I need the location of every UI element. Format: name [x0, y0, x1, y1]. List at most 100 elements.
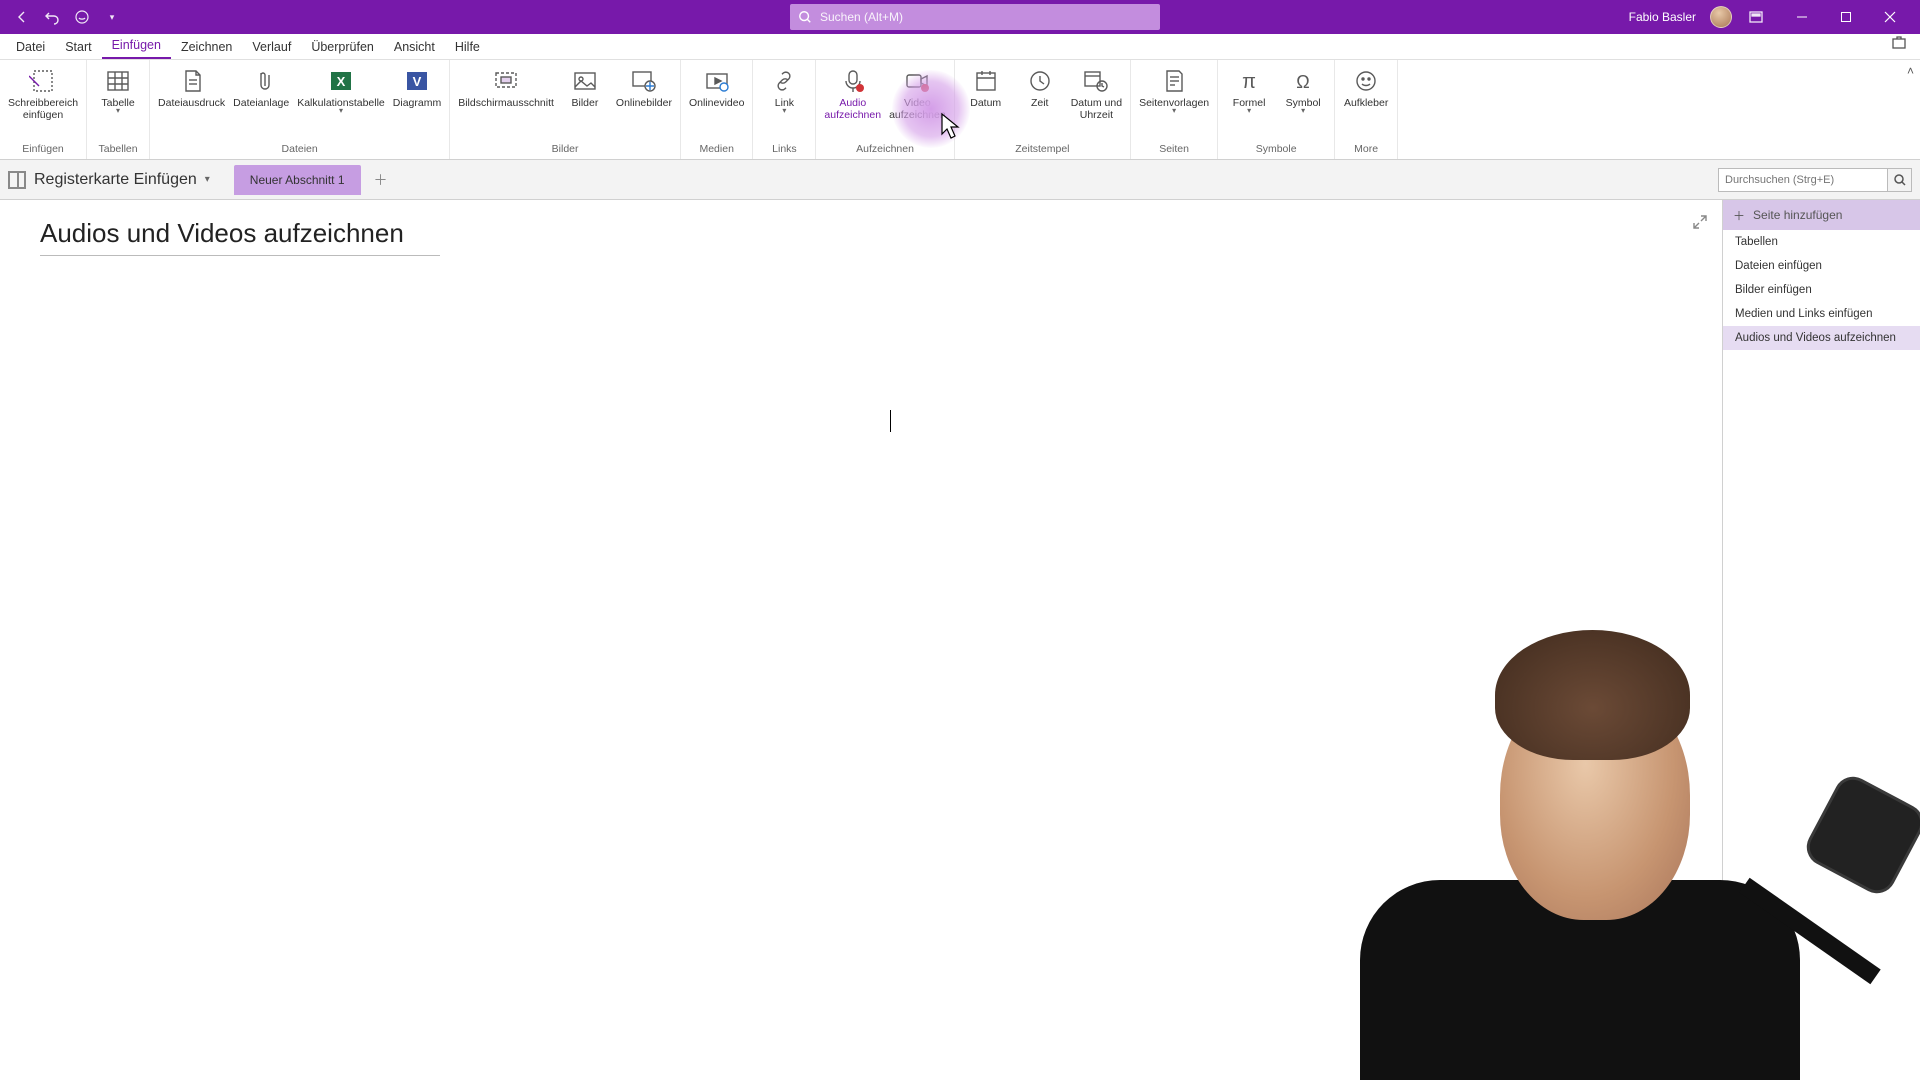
- menu-datei[interactable]: Datei: [6, 35, 55, 59]
- menu-hilfe[interactable]: Hilfe: [445, 35, 490, 59]
- menu-verlauf[interactable]: Verlauf: [242, 35, 301, 59]
- menu-einfügen[interactable]: Einfügen: [102, 33, 171, 59]
- title-bar: ▾ Audios und Videos aufzeichnen – OneNot…: [0, 0, 1920, 34]
- svg-text:X: X: [337, 74, 346, 89]
- ribbon-label: Onlinevideo: [689, 97, 744, 109]
- ribbon-group-zeitstempel: Datum Zeit Datum und Uhrzeit Zeitstempel: [955, 60, 1131, 159]
- ribbon-group-label: Tabellen: [98, 141, 137, 159]
- ribbon-display-icon[interactable]: [1746, 7, 1766, 27]
- ribbon-bildschirmausschnitt[interactable]: Bildschirmausschnitt: [454, 64, 558, 111]
- visio-icon: V: [400, 66, 434, 96]
- expand-icon[interactable]: [1692, 214, 1708, 235]
- ribbon-formel[interactable]: πFormel▾: [1222, 64, 1276, 116]
- file-print-icon: [175, 66, 209, 96]
- ribbon-group-more: AufkleberMore: [1335, 60, 1398, 159]
- ribbon: Schreibbereich einfügenEinfügenTabelle▾ T…: [0, 60, 1920, 160]
- global-search[interactable]: [790, 4, 1160, 30]
- chevron-down-icon: ▾: [339, 109, 343, 114]
- ribbon-group-label: Seiten: [1159, 141, 1189, 159]
- ribbon-video-aufzeichnen[interactable]: Video aufzeichnen: [885, 64, 950, 123]
- menu-ansicht[interactable]: Ansicht: [384, 35, 445, 59]
- ribbon-onlinevideo[interactable]: Onlinevideo: [685, 64, 748, 111]
- ribbon-datum-uhrzeit[interactable]: Datum und Uhrzeit: [1067, 64, 1126, 123]
- page-title-input[interactable]: [40, 218, 440, 249]
- ribbon-schreibbereich[interactable]: Schreibbereich einfügen: [4, 64, 82, 123]
- ribbon-label: Datum: [970, 97, 1001, 109]
- add-page-button[interactable]: ＋ Seite hinzufügen: [1723, 200, 1920, 230]
- ribbon-bilder[interactable]: Bilder: [558, 64, 612, 111]
- ribbon-dateiausdruck[interactable]: Dateiausdruck: [154, 64, 229, 111]
- plus-icon: ＋: [1733, 207, 1745, 224]
- ribbon-group-bilder: BildschirmausschnittBilderOnlinebilderBi…: [450, 60, 681, 159]
- ribbon-label: Bilder: [571, 97, 598, 109]
- ribbon-label: Dateianlage: [233, 97, 289, 109]
- text-caret: [890, 410, 891, 432]
- ribbon-onlinebilder[interactable]: Onlinebilder: [612, 64, 676, 111]
- ribbon-dateianlage[interactable]: Dateianlage: [229, 64, 293, 111]
- notebook-title[interactable]: Registerkarte Einfügen: [34, 171, 197, 189]
- ribbon-group-medien: OnlinevideoMedien: [681, 60, 753, 159]
- ribbon-group-links: Link▾Links: [753, 60, 816, 159]
- notebook-icon[interactable]: [8, 171, 26, 189]
- ribbon-group-seiten: Seitenvorlagen▾ Seiten: [1131, 60, 1218, 159]
- notebook-dropdown-icon[interactable]: ▾: [205, 174, 210, 185]
- section-tab[interactable]: Neuer Abschnitt 1: [234, 165, 361, 195]
- page-list-item[interactable]: Dateien einfügen: [1723, 254, 1920, 278]
- ribbon-tabelle[interactable]: Tabelle▾: [91, 64, 145, 116]
- ribbon-group-label: Aufzeichnen: [856, 141, 914, 159]
- page-search-input[interactable]: [1718, 168, 1888, 192]
- mic-record-icon: [836, 66, 870, 96]
- menu-überprüfen[interactable]: Überprüfen: [301, 35, 384, 59]
- page-canvas[interactable]: [0, 200, 1722, 1080]
- ribbon-label: Zeit: [1031, 97, 1049, 109]
- emoji-icon[interactable]: [72, 7, 92, 27]
- menu-zeichnen[interactable]: Zeichnen: [171, 35, 242, 59]
- ribbon-group-einfügen: Schreibbereich einfügenEinfügen: [0, 60, 87, 159]
- page-list-item[interactable]: Medien und Links einfügen: [1723, 302, 1920, 326]
- ribbon-link[interactable]: Link▾: [757, 64, 811, 116]
- ribbon-label: Onlinebilder: [616, 97, 672, 109]
- cam-record-icon: [900, 66, 934, 96]
- ribbon-audio-aufzeichnen[interactable]: Audio aufzeichnen: [820, 64, 885, 123]
- page-search-button[interactable]: [1888, 168, 1912, 192]
- back-icon[interactable]: [12, 7, 32, 27]
- collapse-ribbon-icon[interactable]: ˄: [1907, 64, 1914, 78]
- menu-bar: DateiStartEinfügenZeichnenVerlaufÜberprü…: [0, 34, 1920, 60]
- ribbon-diagramm[interactable]: VDiagramm: [389, 64, 445, 111]
- paperclip-icon: [244, 66, 278, 96]
- ribbon-seitenvorlagen[interactable]: Seitenvorlagen▾: [1135, 64, 1213, 116]
- ribbon-group-label: Zeitstempel: [1015, 141, 1069, 159]
- avatar[interactable]: [1710, 6, 1732, 28]
- ribbon-group-dateien: Dateiausdruck Dateianlage XKalkulationstab…: [150, 60, 450, 159]
- ribbon-symbol[interactable]: ΩSymbol▾: [1276, 64, 1330, 116]
- image-globe-icon: [627, 66, 661, 96]
- user-name[interactable]: Fabio Basler: [1629, 10, 1696, 24]
- chevron-down-icon: ▾: [1301, 109, 1305, 114]
- search-icon: [798, 10, 812, 24]
- page-list-item[interactable]: Bilder einfügen: [1723, 278, 1920, 302]
- undo-icon[interactable]: [42, 7, 62, 27]
- qat-dropdown-icon[interactable]: ▾: [102, 7, 122, 27]
- emoji-icon: [1349, 66, 1383, 96]
- menu-start[interactable]: Start: [55, 35, 101, 59]
- ribbon-aufkleber[interactable]: Aufkleber: [1339, 64, 1393, 111]
- ribbon-kalkulationstabelle[interactable]: XKalkulationstabelle▾: [293, 64, 389, 116]
- calendar-clock-icon: [1079, 66, 1113, 96]
- search-input[interactable]: [820, 10, 1152, 24]
- link-icon: [767, 66, 801, 96]
- svg-text:Ω: Ω: [1296, 72, 1309, 92]
- minimize-button[interactable]: [1780, 0, 1824, 34]
- page-list-item[interactable]: Audios und Videos aufzeichnen: [1723, 326, 1920, 350]
- page-template-icon: [1157, 66, 1191, 96]
- ribbon-label: Dateiausdruck: [158, 97, 225, 109]
- page-list-item[interactable]: Tabellen: [1723, 230, 1920, 254]
- maximize-button[interactable]: [1824, 0, 1868, 34]
- add-section-button[interactable]: ＋: [369, 168, 393, 192]
- snip-icon: [489, 66, 523, 96]
- share-icon[interactable]: [1884, 32, 1914, 59]
- close-button[interactable]: [1868, 0, 1912, 34]
- omega-icon: Ω: [1286, 66, 1320, 96]
- ribbon-zeit[interactable]: Zeit: [1013, 64, 1067, 111]
- ribbon-datum[interactable]: Datum: [959, 64, 1013, 111]
- notebook-nav: Registerkarte Einfügen ▾ Neuer Abschnitt…: [0, 160, 1920, 200]
